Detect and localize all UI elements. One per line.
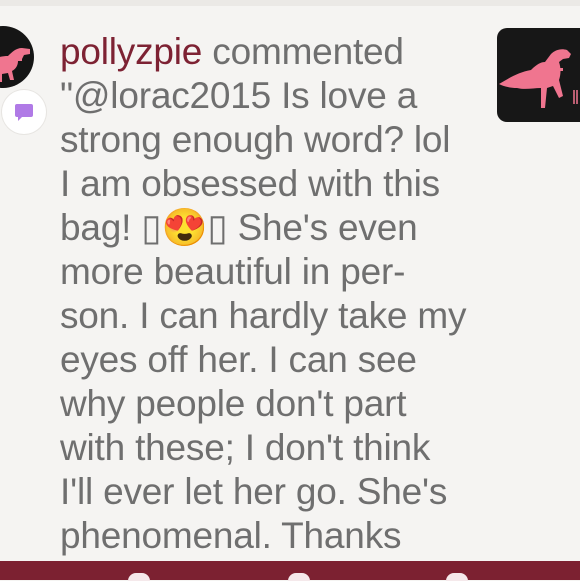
comment-line: I'll ever let her go. She's (60, 471, 448, 512)
dinosaur-icon (0, 48, 30, 82)
comment-line: son. I can hardly take my (60, 295, 467, 336)
comment-line: eyes off her. I can see (60, 339, 417, 380)
comment-header: pollyzpie commented (60, 30, 490, 74)
comment-line: with these; I don't think (60, 427, 431, 468)
comment-line: more beautiful in per- (60, 251, 406, 292)
comment-line: bag! ▯😍▯ She's even (60, 207, 418, 248)
comment-badge (2, 90, 46, 134)
comment-text[interactable]: pollyzpie commented "@lorac2015 Is love … (60, 30, 490, 558)
comment-line: "@lorac2015 Is love a (60, 75, 418, 116)
comment-action: commented (212, 31, 404, 72)
dinosaur-icon (499, 49, 578, 108)
username-link[interactable]: pollyzpie (60, 31, 202, 72)
comment-line: I am obsessed with this (60, 163, 440, 204)
comment-bubble-icon (15, 104, 33, 121)
top-edge (0, 0, 580, 6)
comment-line: why people don't part (60, 383, 407, 424)
bottom-navigation-bar[interactable] (0, 561, 580, 581)
comment-line: phenomenal. Thanks (60, 515, 402, 556)
listing-thumbnail[interactable] (497, 28, 580, 122)
comment-line: strong enough word? lol (60, 119, 451, 160)
user-avatar[interactable] (0, 26, 34, 88)
